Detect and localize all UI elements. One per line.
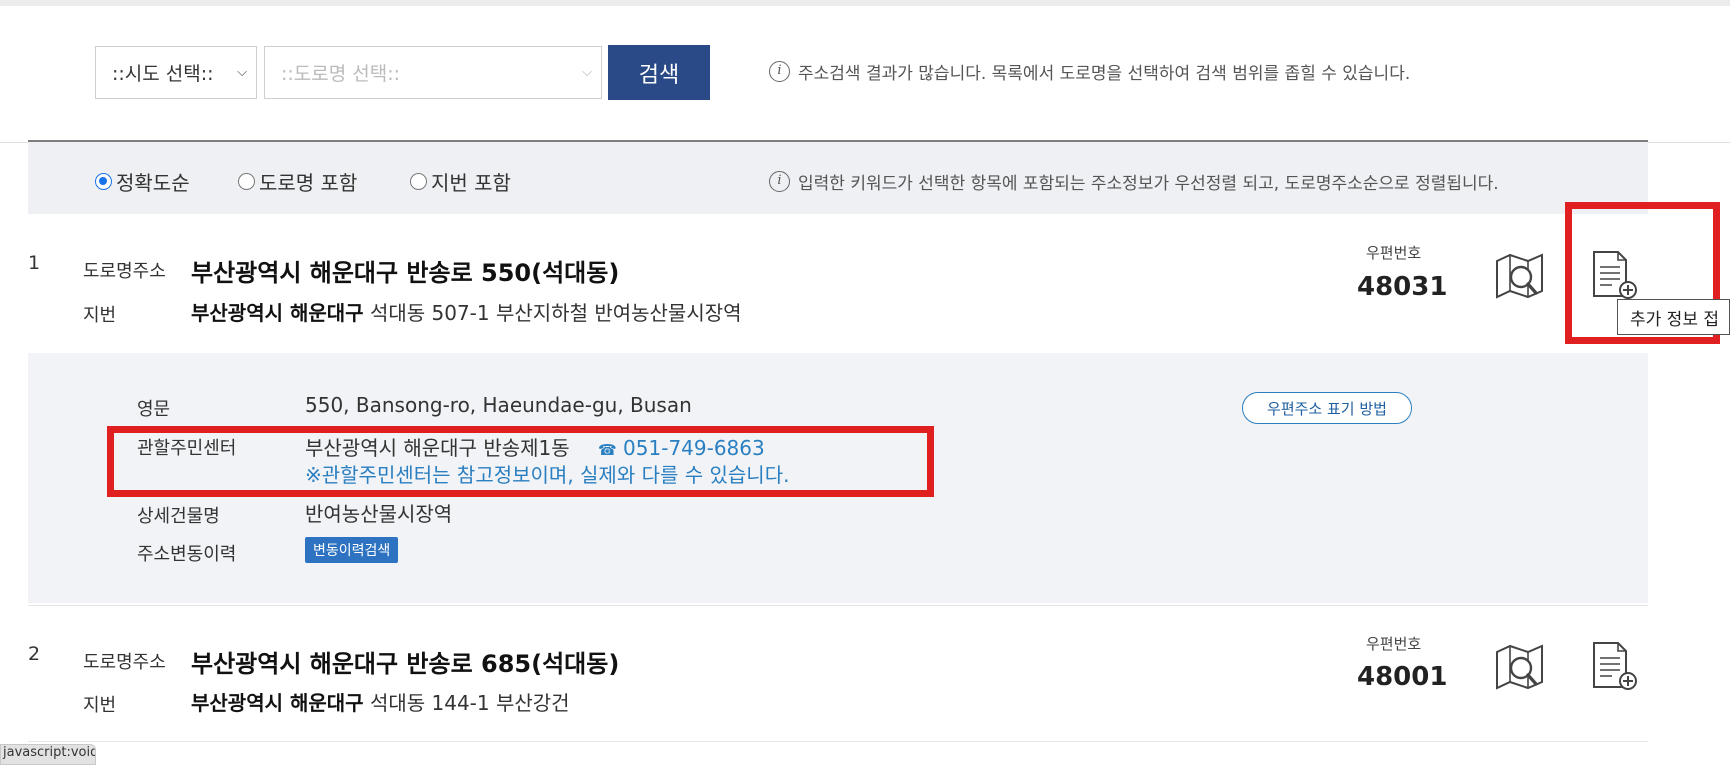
highlight-box (107, 426, 934, 497)
sort-info-text: 입력한 키워드가 선택한 항목에 포함되는 주소정보가 우선정렬 되고, 도로명… (798, 174, 1499, 194)
row-divider (28, 741, 1648, 742)
radio-icon[interactable] (238, 173, 255, 190)
radio-checked-icon[interactable] (95, 173, 112, 190)
top-bar (0, 0, 1730, 6)
postal-guide-button[interactable]: 우편주소 표기 방법 (1242, 392, 1412, 424)
map-search-icon[interactable] (1494, 251, 1546, 303)
sido-select[interactable]: ::시도 선택:: ⌵ (95, 46, 257, 99)
search-button[interactable]: 검색 (608, 45, 710, 100)
search-info: i 주소검색 결과가 많습니다. 목록에서 도로명을 선택하여 검색 범위를 좁… (769, 59, 1410, 84)
tooltip: 추가 정보 접 (1617, 299, 1730, 335)
jibun-address: 부산광역시 해운대구 석대동 507-1 부산지하철 반여농산물시장역 (191, 297, 742, 326)
document-plus-icon[interactable] (1590, 641, 1642, 693)
history-label: 주소변동이력 (137, 544, 237, 565)
road-addr-label: 도로명주소 (83, 261, 166, 282)
zip-code: 48001 (1357, 662, 1448, 692)
road-select[interactable]: ::도로명 선택:: ⌵ (264, 46, 602, 99)
row-divider (28, 605, 1648, 606)
sort-option-label: 정확도순 (116, 171, 190, 195)
sort-info: i 입력한 키워드가 선택한 항목에 포함되는 주소정보가 우선정렬 되고, 도… (769, 169, 1499, 194)
jibun-address-region: 부산광역시 해운대구 (191, 301, 364, 325)
jibun-address-detail: 석대동 144-1 부산강건 (369, 691, 570, 715)
building-value: 반여농산물시장역 (305, 502, 453, 526)
radio-icon[interactable] (410, 173, 427, 190)
history-search-button[interactable]: 변동이력검색 (305, 537, 399, 563)
info-icon: i (769, 61, 790, 82)
zip-label: 우편번호 (1366, 244, 1422, 262)
chevron-down-icon: ⌵ (237, 65, 247, 80)
jibun-label: 지번 (83, 305, 117, 326)
info-icon: i (769, 171, 790, 192)
sort-option-road[interactable]: 도로명 포함 (238, 167, 357, 196)
result-number: 1 (28, 252, 41, 274)
status-bar-url: javascript:void(0); (0, 744, 96, 765)
zip-code: 48031 (1357, 272, 1448, 302)
jibun-address-detail: 석대동 507-1 부산지하철 반여농산물시장역 (369, 301, 742, 325)
search-info-text: 주소검색 결과가 많습니다. 목록에서 도로명을 선택하여 검색 범위를 좁힐 … (798, 64, 1411, 84)
jibun-address-region: 부산광역시 해운대구 (191, 691, 364, 715)
road-address: 부산광역시 해운대구 반송로 550(석대동) (191, 259, 620, 287)
building-label: 상세건물명 (137, 506, 220, 527)
map-search-icon[interactable] (1494, 642, 1546, 694)
road-addr-label: 도로명주소 (83, 652, 166, 673)
sido-select-label: ::시도 선택:: (112, 63, 214, 85)
eng-address: 550, Bansong-ro, Haeundae-gu, Busan (305, 393, 692, 417)
chevron-down-icon: ⌵ (582, 65, 592, 80)
jibun-label: 지번 (83, 695, 117, 716)
zip-label: 우편번호 (1366, 635, 1422, 653)
sort-option-accuracy[interactable]: 정확도순 (95, 167, 190, 196)
sort-option-jibun[interactable]: 지번 포함 (410, 167, 511, 196)
sort-option-label: 도로명 포함 (259, 171, 358, 195)
eng-label: 영문 (137, 399, 171, 420)
result-number: 2 (28, 643, 41, 665)
sort-option-label: 지번 포함 (431, 171, 511, 195)
road-address: 부산광역시 해운대구 반송로 685(석대동) (191, 650, 620, 678)
jibun-address: 부산광역시 해운대구 석대동 144-1 부산강건 (191, 687, 570, 716)
road-select-label: ::도로명 선택:: (281, 63, 401, 85)
